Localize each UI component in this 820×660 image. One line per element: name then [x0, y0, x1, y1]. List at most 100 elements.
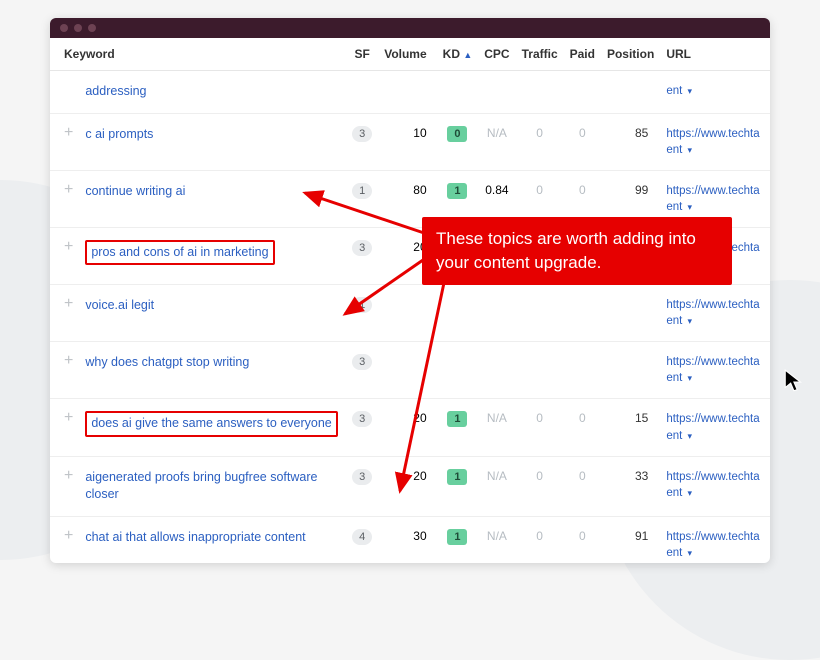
- chevron-down-icon[interactable]: ▾: [688, 202, 693, 212]
- kd-badge: 1: [447, 411, 467, 427]
- col-position[interactable]: Position: [601, 38, 660, 71]
- keyword-link[interactable]: voice.ai legit: [85, 298, 154, 312]
- volume-value: 20: [378, 399, 436, 456]
- chevron-down-icon[interactable]: ▾: [688, 548, 693, 558]
- col-volume[interactable]: Volume: [378, 38, 436, 71]
- table-row: +c ai prompts3100N/A0085https://www.tech…: [50, 113, 770, 170]
- url-link[interactable]: https://www.techta: [666, 185, 759, 197]
- expand-row-icon[interactable]: +: [64, 411, 73, 425]
- traffic-value: 0: [516, 399, 564, 456]
- cpc-value: N/A: [478, 456, 515, 516]
- cpc-value: [478, 71, 515, 114]
- sf-badge: 3: [352, 469, 372, 485]
- url-link[interactable]: https://www.techta: [666, 128, 759, 140]
- url-cell: https://www.techta ent ▾: [660, 113, 770, 170]
- url-link-tail[interactable]: ent: [666, 487, 682, 499]
- keyword-link[interactable]: aigenerated proofs bring bugfree softwar…: [85, 470, 317, 502]
- col-kd[interactable]: KD ▲: [437, 38, 479, 71]
- url-cell: ent ▾: [660, 71, 770, 114]
- table-row: + chat ai that allows inappropriate conte…: [50, 516, 770, 563]
- chevron-down-icon[interactable]: ▾: [688, 86, 693, 96]
- volume-value: 10: [378, 113, 436, 170]
- traffic-value: [516, 285, 564, 342]
- position-value: [601, 342, 660, 399]
- col-url[interactable]: URL: [660, 38, 770, 71]
- url-link-tail[interactable]: ent: [666, 547, 682, 559]
- kd-badge: 1: [447, 529, 467, 545]
- sf-badge: 3: [352, 354, 372, 370]
- chevron-down-icon[interactable]: ▾: [688, 488, 693, 498]
- annotation-callout: These topics are worth adding into your …: [422, 217, 732, 285]
- volume-value: [378, 71, 436, 114]
- url-cell: https://www.techta ent ▾: [660, 456, 770, 516]
- url-link[interactable]: https://www.techta: [666, 531, 759, 543]
- table-row: + why does chatgpt stop writing 3 https://w…: [50, 342, 770, 399]
- url-link[interactable]: https://www.techta: [666, 356, 759, 368]
- col-traffic[interactable]: Traffic: [516, 38, 564, 71]
- paid-value: 0: [564, 516, 601, 563]
- traffic-value: 0: [516, 456, 564, 516]
- url-cell: https://www.techta ent ▾: [660, 516, 770, 563]
- traffic-light-minimize[interactable]: [74, 24, 82, 32]
- paid-value: [564, 342, 601, 399]
- keyword-link[interactable]: why does chatgpt stop writing: [85, 355, 249, 369]
- expand-row-icon[interactable]: +: [64, 469, 73, 483]
- table-row: + aigenerated proofs bring bugfree softwa…: [50, 456, 770, 516]
- expand-row-icon[interactable]: +: [64, 297, 73, 311]
- kd-badge: 1: [447, 469, 467, 485]
- keyword-link[interactable]: addressing: [85, 84, 146, 98]
- sf-badge: 1: [352, 183, 372, 199]
- keyword-link[interactable]: continue writing ai: [85, 184, 185, 198]
- paid-value: 0: [564, 399, 601, 456]
- sf-badge: 1: [352, 297, 372, 313]
- kd-badge: 1: [447, 183, 467, 199]
- url-link-tail[interactable]: ent: [666, 372, 682, 384]
- expand-row-icon[interactable]: +: [64, 183, 73, 197]
- chevron-down-icon[interactable]: ▾: [688, 145, 693, 155]
- keyword-link[interactable]: does ai give the same answers to everyon…: [85, 411, 337, 437]
- cpc-value: [478, 285, 515, 342]
- expand-row-icon[interactable]: +: [64, 354, 73, 368]
- url-link-tail[interactable]: ent: [666, 201, 682, 213]
- url-link-tail[interactable]: ent: [666, 144, 682, 156]
- position-value: 15: [601, 399, 660, 456]
- col-paid[interactable]: Paid: [564, 38, 601, 71]
- table-scroll-area[interactable]: Keyword SF Volume KD ▲ CPC Traffic Paid …: [50, 38, 770, 563]
- volume-value: 20: [378, 456, 436, 516]
- traffic-light-zoom[interactable]: [88, 24, 96, 32]
- chevron-down-icon[interactable]: ▾: [688, 316, 693, 326]
- keyword-link[interactable]: c ai prompts: [85, 127, 153, 141]
- paid-value: [564, 71, 601, 114]
- app-window: Keyword SF Volume KD ▲ CPC Traffic Paid …: [50, 18, 770, 563]
- col-sf[interactable]: SF: [346, 38, 378, 71]
- keyword-link[interactable]: pros and cons of ai in marketing: [85, 240, 274, 266]
- url-link-tail[interactable]: ent: [666, 430, 682, 442]
- window-titlebar: [50, 18, 770, 38]
- url-link[interactable]: https://www.techta: [666, 471, 759, 483]
- url-cell: https://www.techta ent ▾: [660, 342, 770, 399]
- volume-value: 30: [378, 516, 436, 563]
- chevron-down-icon[interactable]: ▾: [688, 373, 693, 383]
- col-keyword[interactable]: Keyword: [50, 38, 346, 71]
- traffic-light-close[interactable]: [60, 24, 68, 32]
- sf-badge: 3: [352, 411, 372, 427]
- cpc-value: [478, 342, 515, 399]
- url-link-tail[interactable]: ent: [666, 85, 682, 97]
- keyword-link[interactable]: chat ai that allows inappropriate conten…: [85, 530, 305, 544]
- expand-row-icon[interactable]: +: [64, 529, 73, 543]
- kd-badge: 0: [447, 126, 467, 142]
- chevron-down-icon[interactable]: ▾: [688, 431, 693, 441]
- traffic-value: [516, 71, 564, 114]
- url-link[interactable]: https://www.techta: [666, 299, 759, 311]
- url-link[interactable]: https://www.techta: [666, 413, 759, 425]
- url-link-tail[interactable]: ent: [666, 315, 682, 327]
- col-cpc[interactable]: CPC: [478, 38, 515, 71]
- paid-value: [564, 285, 601, 342]
- table-row: + voice.ai legit 1 https://www.techta ent ▾: [50, 285, 770, 342]
- mouse-cursor-icon: [782, 368, 808, 394]
- paid-value: 0: [564, 113, 601, 170]
- table-row: addressing ent ▾: [50, 71, 770, 114]
- expand-row-icon[interactable]: +: [64, 240, 73, 254]
- expand-row-icon[interactable]: +: [64, 126, 73, 140]
- position-value: 33: [601, 456, 660, 516]
